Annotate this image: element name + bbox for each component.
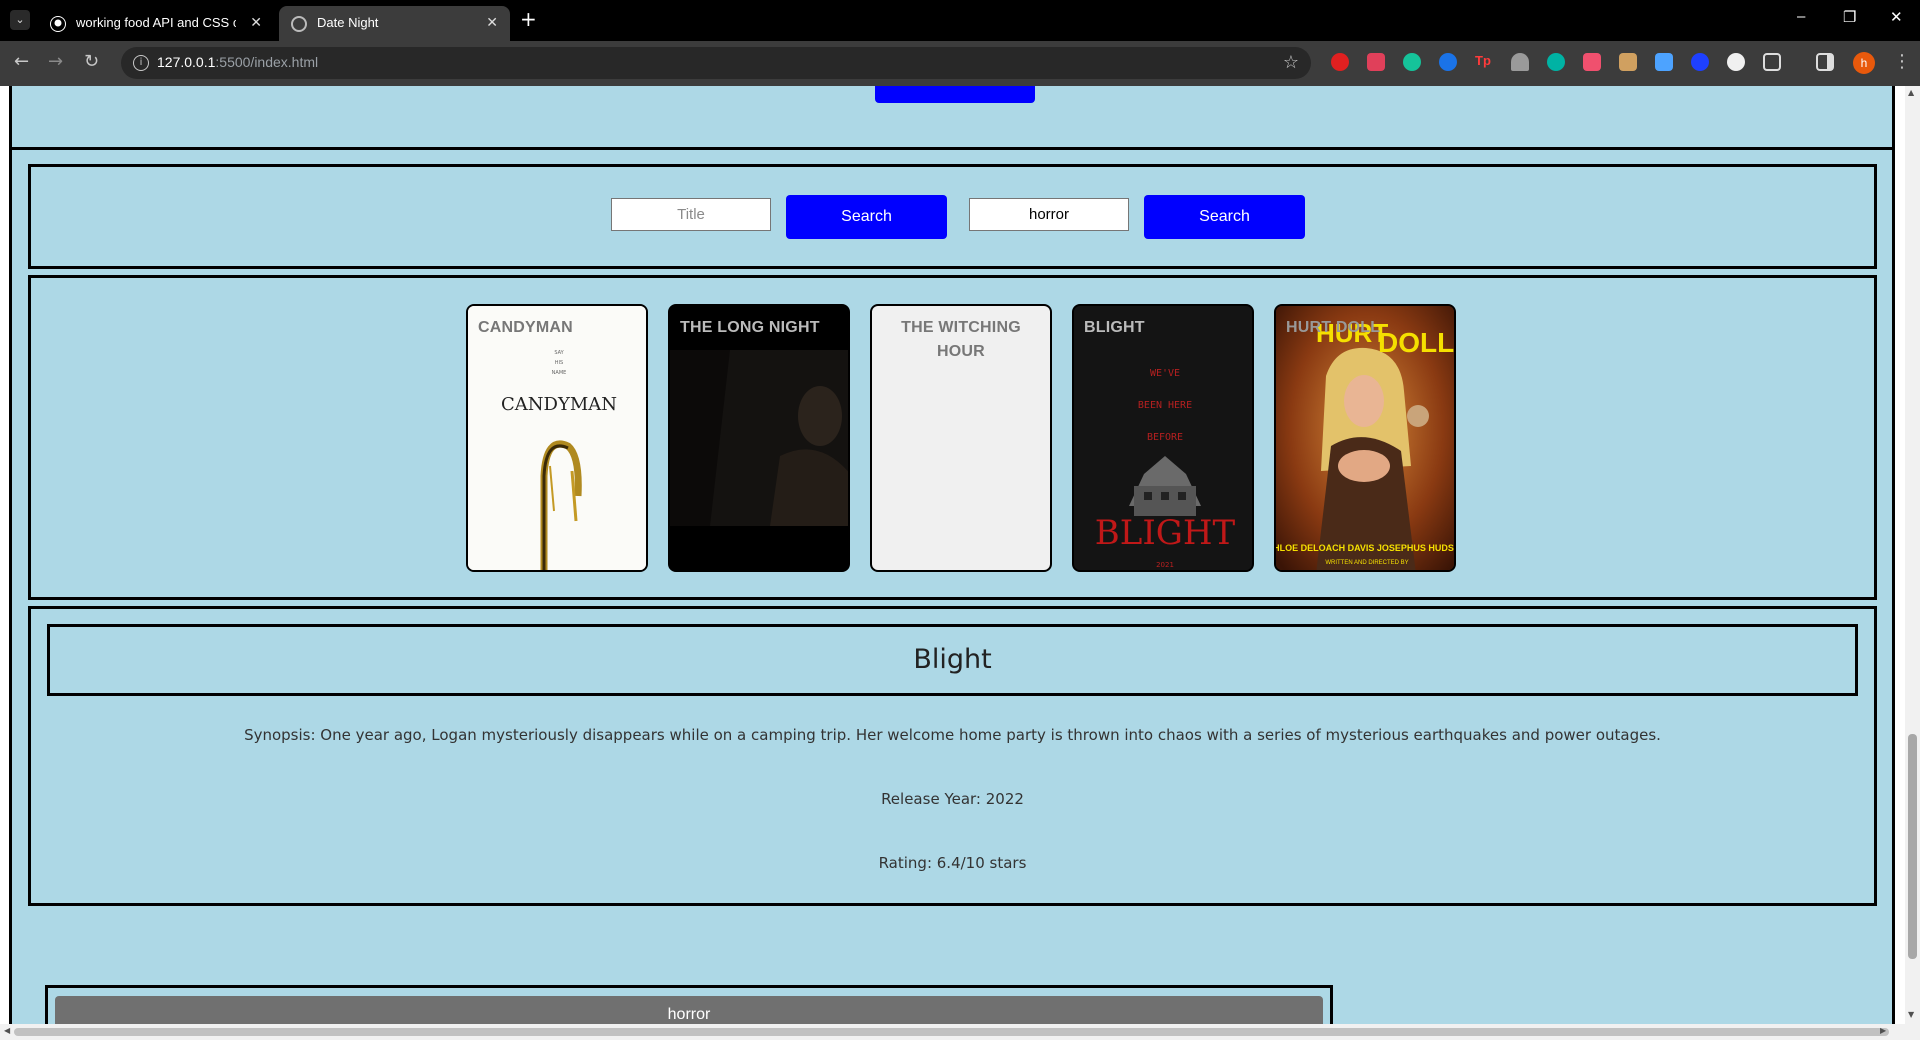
release-year-text: Release Year: 2022 — [881, 790, 1024, 808]
poster-logo: BLIGHT — [1095, 513, 1236, 553]
grammarly-icon[interactable] — [1403, 53, 1421, 71]
detail-title-box: Blight — [47, 624, 1858, 696]
saved-searches-box: horror — [45, 985, 1333, 1024]
movie-card[interactable]: THE WITCHING HOUR — [870, 304, 1052, 572]
tab-title: working food API and CSS corr — [76, 15, 236, 30]
poster-text: NAME — [552, 370, 567, 376]
card-title: THE LONG NIGHT — [680, 319, 820, 336]
poster-text: WRITTEN AND DIRECTED BY — [1325, 560, 1408, 566]
poster-text: BEFORE — [1147, 432, 1183, 443]
search-panel: Search Search — [28, 164, 1877, 269]
globe-icon — [291, 16, 307, 32]
long-night-poster — [670, 306, 848, 570]
card-title: HURT DOLL — [1286, 319, 1381, 336]
movie-card[interactable]: THE LONG NIGHT — [668, 304, 850, 572]
forward-icon[interactable]: → — [48, 52, 63, 72]
tab-strip: ⌄ working food API and CSS corr ✕ Date N… — [0, 0, 1920, 41]
url-text: 127.0.0.1:5500/index.html — [157, 54, 318, 70]
white-ext-icon[interactable] — [1727, 53, 1745, 71]
pocket-icon[interactable] — [1367, 53, 1385, 71]
scroll-right-icon[interactable]: ▶ — [1880, 1026, 1886, 1035]
scroll-left-icon[interactable]: ◀ — [4, 1026, 10, 1035]
scroll-thumb[interactable] — [1908, 734, 1917, 959]
close-icon[interactable]: ✕ — [486, 14, 498, 31]
url-host: 127.0.0.1 — [157, 54, 216, 70]
back-icon[interactable]: ← — [14, 52, 29, 72]
tab-title: Date Night — [317, 15, 379, 30]
movie-card[interactable]: WE'VE BEEN HERE BEFORE BLIGHT 2021 BLIGH… — [1072, 304, 1254, 572]
card-title: BLIGHT — [1084, 319, 1145, 336]
horizontal-scrollbar[interactable]: ◀ ▶ — [0, 1024, 1920, 1040]
blue-circle-ext-icon[interactable] — [1439, 53, 1457, 71]
scroll-thumb[interactable] — [14, 1028, 1889, 1036]
page-viewport: Search Search SAY HIS NAME CANDYMAN — [0, 86, 1905, 1024]
minimize-button[interactable]: – — [1797, 8, 1805, 25]
card-title: CANDYMAN — [478, 319, 573, 336]
vertical-scrollbar[interactable]: ▲ ▼ — [1905, 86, 1920, 1024]
blue-ring-ext-icon[interactable] — [1691, 53, 1709, 71]
profile-avatar[interactable]: h — [1853, 52, 1875, 74]
title-search-button[interactable]: Search — [786, 195, 947, 239]
tab-working-food-api[interactable]: working food API and CSS corr ✕ — [38, 6, 274, 41]
restore-button[interactable]: ❐ — [1843, 8, 1856, 26]
poster-logo: CANDYMAN — [501, 394, 617, 415]
red-arrow-ext-icon[interactable] — [1583, 53, 1601, 71]
saved-search-label: horror — [667, 1006, 711, 1023]
teal-ext-icon[interactable] — [1547, 53, 1565, 71]
bookmark-star-icon[interactable]: ☆ — [1283, 52, 1299, 73]
poster-text: 2021 — [1156, 561, 1174, 569]
folder-ext-icon[interactable] — [1619, 53, 1637, 71]
url-path: :5500/index.html — [215, 54, 319, 70]
hurt-doll-poster: HURT DOLL CHLOE DELOACH DAVIS JOSEPHUS H… — [1276, 306, 1456, 570]
blight-poster: WE'VE BEEN HERE BEFORE BLIGHT 2021 — [1074, 306, 1252, 570]
genre-input[interactable] — [969, 198, 1129, 231]
poster-text: SAY — [554, 350, 564, 356]
detail-title: Blight — [913, 644, 992, 675]
more-menu-icon[interactable]: ⋮ — [1893, 51, 1911, 72]
speaker-icon[interactable] — [1655, 53, 1673, 71]
reload-icon[interactable]: ↻ — [84, 52, 99, 72]
tab-date-night[interactable]: Date Night ✕ — [279, 6, 510, 41]
tp-icon[interactable]: Tp — [1475, 53, 1493, 71]
scroll-down-icon[interactable]: ▼ — [1908, 1010, 1914, 1019]
close-icon[interactable]: ✕ — [250, 14, 262, 31]
poster-text: BEEN HERE — [1138, 400, 1192, 411]
saved-search-button[interactable]: horror — [55, 996, 1323, 1024]
red-ext-icon[interactable] — [1331, 53, 1349, 71]
rating-text: Rating: 6.4/10 stars — [878, 854, 1027, 872]
movie-card[interactable]: HURT DOLL CHLOE DELOACH DAVIS JOSEPHUS H… — [1274, 304, 1456, 572]
movie-detail-panel: Blight Synopsis: One year ago, Logan mys… — [28, 606, 1877, 906]
tab-search-button[interactable]: ⌄ — [10, 10, 30, 30]
poster-text: HIS — [555, 360, 563, 366]
synopsis-text: Synopsis: One year ago, Logan mysterious… — [244, 726, 1661, 744]
genre-search-button[interactable]: Search — [1144, 195, 1305, 239]
candyman-poster: SAY HIS NAME CANDYMAN — [468, 306, 646, 570]
results-panel: SAY HIS NAME CANDYMAN CANDYMAN THE LONG … — [28, 275, 1877, 600]
title-input[interactable] — [611, 198, 771, 231]
new-tab-button[interactable]: + — [520, 8, 537, 30]
info-icon[interactable]: i — [133, 55, 149, 71]
scroll-up-icon[interactable]: ▲ — [1908, 88, 1914, 97]
card-title: THE WITCHING HOUR — [901, 319, 1021, 360]
movie-section: Search Search SAY HIS NAME CANDYMAN — [9, 147, 1895, 1024]
top-button[interactable] — [875, 86, 1035, 103]
movie-card[interactable]: SAY HIS NAME CANDYMAN CANDYMAN — [466, 304, 648, 572]
puzzle-icon[interactable] — [1763, 53, 1781, 71]
poster-text: WE'VE — [1150, 368, 1180, 379]
poster-text: CHLOE DELOACH DAVIS JOSEPHUS HUDSON — [1276, 543, 1456, 553]
gray-ext-icon[interactable] — [1511, 53, 1529, 71]
browser-toolbar: ← → ↻ i 127.0.0.1:5500/index.html ☆ Tp h… — [0, 41, 1920, 86]
address-bar[interactable]: i 127.0.0.1:5500/index.html ☆ — [121, 47, 1311, 79]
close-window-button[interactable]: ✕ — [1890, 8, 1903, 26]
github-icon — [50, 16, 66, 32]
sidepanel-icon[interactable] — [1816, 53, 1834, 71]
